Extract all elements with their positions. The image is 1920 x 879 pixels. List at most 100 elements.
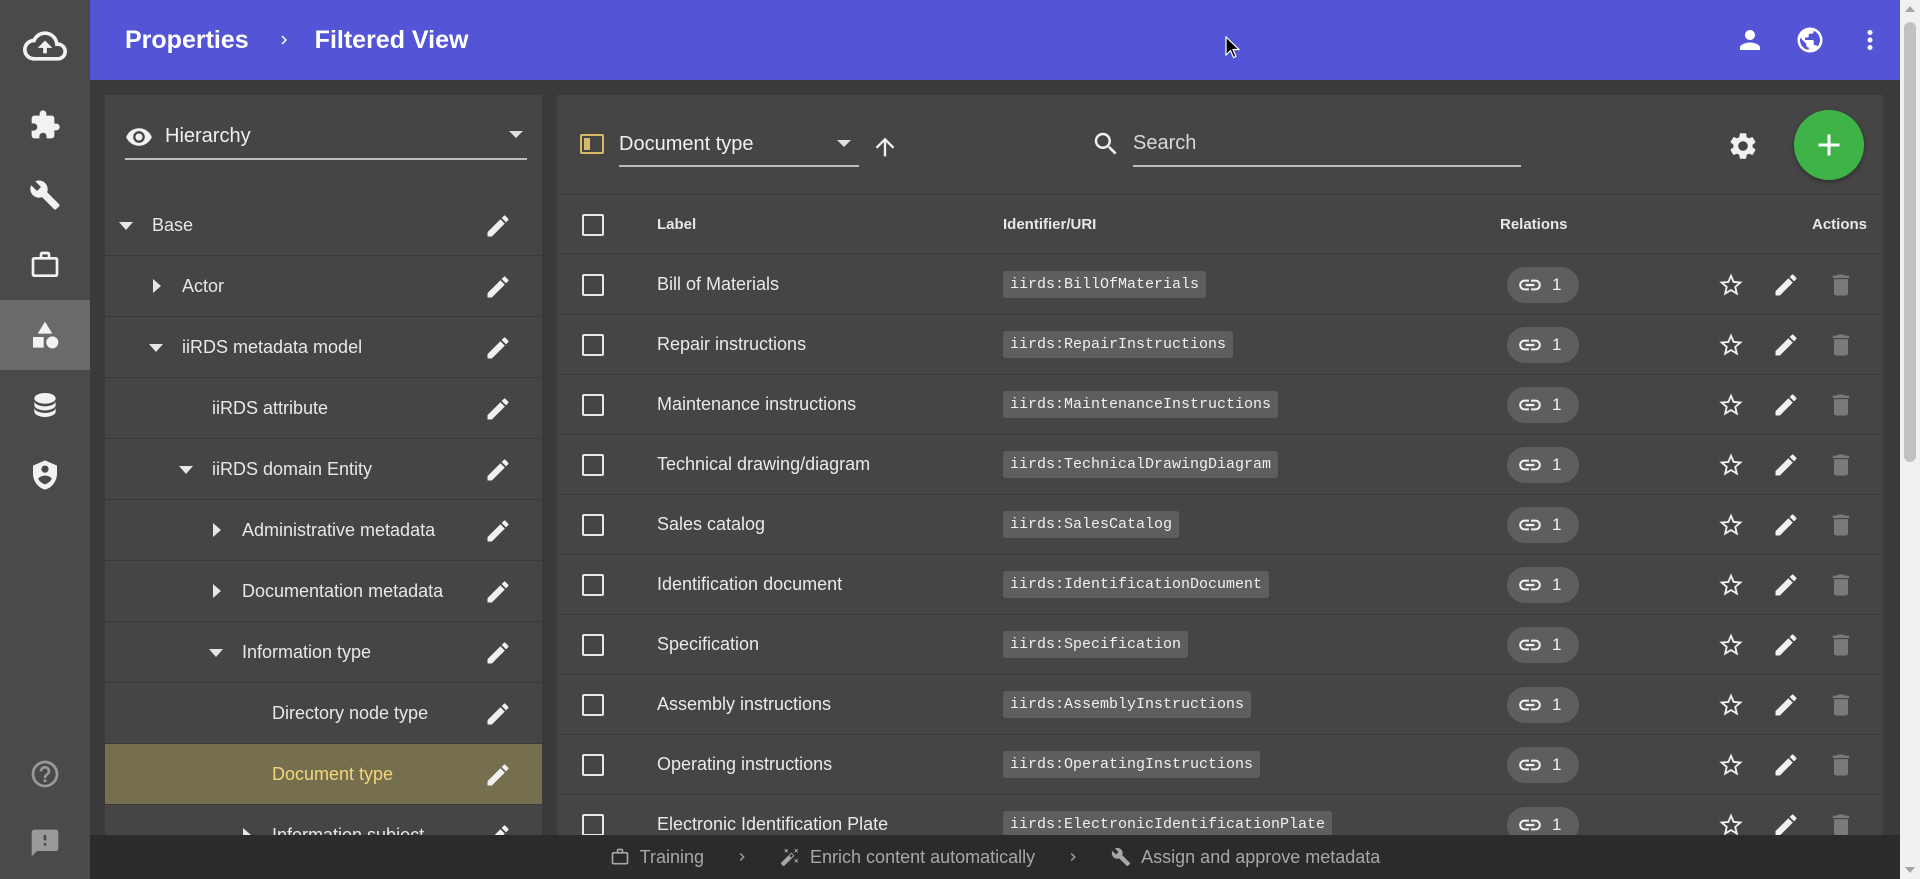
star-icon[interactable] <box>1717 631 1745 659</box>
pencil-icon[interactable] <box>1772 751 1800 779</box>
type-selector[interactable]: Document type <box>619 121 859 167</box>
trash-icon[interactable] <box>1827 571 1855 599</box>
star-icon[interactable] <box>1717 571 1745 599</box>
star-icon[interactable] <box>1717 331 1745 359</box>
puzzle-icon[interactable] <box>0 90 90 160</box>
tree-item[interactable]: iiRDS metadata model <box>105 317 542 378</box>
cloud-upload-icon[interactable] <box>0 11 90 81</box>
row-label[interactable]: Operating instructions <box>657 754 832 775</box>
relations-chip[interactable]: 1 <box>1507 507 1579 543</box>
breadcrumb-properties[interactable]: Properties <box>125 26 249 55</box>
trash-icon[interactable] <box>1827 751 1855 779</box>
pencil-icon[interactable] <box>1772 451 1800 479</box>
expand-more-icon[interactable] <box>213 584 221 598</box>
star-icon[interactable] <box>1717 391 1745 419</box>
row-checkbox[interactable] <box>582 514 604 536</box>
globe-icon[interactable] <box>1780 10 1840 70</box>
more-vert-icon[interactable] <box>1840 10 1900 70</box>
table-row[interactable]: Identification document iirds:Identifica… <box>557 555 1883 615</box>
table-row[interactable]: Operating instructions iirds:OperatingIn… <box>557 735 1883 795</box>
pencil-icon[interactable] <box>484 395 512 423</box>
shapes-icon[interactable] <box>0 300 90 370</box>
pencil-icon[interactable] <box>1772 631 1800 659</box>
row-label[interactable]: Technical drawing/diagram <box>657 454 870 475</box>
scroll-down-icon[interactable] <box>1905 867 1915 873</box>
expand-more-icon[interactable] <box>153 279 161 293</box>
tree-item[interactable]: Information type <box>105 622 542 683</box>
row-label[interactable]: Bill of Materials <box>657 274 779 295</box>
pencil-icon[interactable] <box>484 456 512 484</box>
pencil-icon[interactable] <box>1772 571 1800 599</box>
column-uri[interactable]: Identifier/URI <box>1003 216 1096 233</box>
relations-chip[interactable]: 1 <box>1507 267 1579 303</box>
row-checkbox[interactable] <box>582 574 604 596</box>
workflow-step-assign[interactable]: Assign and approve metadata <box>1111 847 1380 868</box>
star-icon[interactable] <box>1717 751 1745 779</box>
feedback-icon[interactable] <box>0 808 90 878</box>
tree-item[interactable]: Information subject <box>105 805 542 835</box>
expand-less-icon[interactable] <box>119 222 133 230</box>
workflow-step-enrich[interactable]: Enrich content automatically <box>780 847 1035 868</box>
pencil-icon[interactable] <box>484 761 512 789</box>
row-checkbox[interactable] <box>582 694 604 716</box>
briefcase-icon[interactable] <box>0 230 90 300</box>
tree-item[interactable]: Base <box>105 195 542 256</box>
row-checkbox[interactable] <box>582 394 604 416</box>
sidebar-toggle-icon[interactable] <box>580 134 604 154</box>
pencil-icon[interactable] <box>484 639 512 667</box>
wrench-icon[interactable] <box>0 160 90 230</box>
expand-less-icon[interactable] <box>179 466 193 474</box>
pencil-icon[interactable] <box>484 822 512 835</box>
tree-item[interactable]: Administrative metadata <box>105 500 542 561</box>
row-checkbox[interactable] <box>582 454 604 476</box>
trash-icon[interactable] <box>1827 331 1855 359</box>
table-row[interactable]: Electronic Identification Plate iirds:El… <box>557 795 1883 835</box>
relations-chip[interactable]: 1 <box>1507 447 1579 483</box>
workflow-step-training[interactable]: Training <box>610 847 704 868</box>
row-label[interactable]: Electronic Identification Plate <box>657 814 888 835</box>
add-button[interactable] <box>1794 110 1864 180</box>
expand-less-icon[interactable] <box>209 649 223 657</box>
table-row[interactable]: Maintenance instructions iirds:Maintenan… <box>557 375 1883 435</box>
relations-chip[interactable]: 1 <box>1507 807 1579 835</box>
shield-person-icon[interactable] <box>0 440 90 510</box>
database-icon[interactable] <box>0 370 90 440</box>
relations-chip[interactable]: 1 <box>1507 687 1579 723</box>
gear-icon[interactable] <box>1727 130 1759 162</box>
tree-item[interactable]: iiRDS attribute <box>105 378 542 439</box>
trash-icon[interactable] <box>1827 691 1855 719</box>
view-selector[interactable]: Hierarchy <box>125 115 527 160</box>
column-relations[interactable]: Relations <box>1500 216 1568 233</box>
row-checkbox[interactable] <box>582 814 604 835</box>
pencil-icon[interactable] <box>1772 691 1800 719</box>
trash-icon[interactable] <box>1827 391 1855 419</box>
table-row[interactable]: Technical drawing/diagram iirds:Technica… <box>557 435 1883 495</box>
pencil-icon[interactable] <box>1772 811 1800 835</box>
trash-icon[interactable] <box>1827 451 1855 479</box>
expand-more-icon[interactable] <box>213 523 221 537</box>
pencil-icon[interactable] <box>1772 511 1800 539</box>
pencil-icon[interactable] <box>1772 271 1800 299</box>
help-icon[interactable] <box>0 739 90 809</box>
row-label[interactable]: Assembly instructions <box>657 694 831 715</box>
trash-icon[interactable] <box>1827 271 1855 299</box>
scrollbar-thumb[interactable] <box>1904 22 1916 462</box>
relations-chip[interactable]: 1 <box>1507 327 1579 363</box>
star-icon[interactable] <box>1717 691 1745 719</box>
table-row[interactable]: Assembly instructions iirds:AssemblyInst… <box>557 675 1883 735</box>
expand-more-icon[interactable] <box>243 828 251 835</box>
search-input[interactable] <box>1133 121 1521 167</box>
tree-item[interactable]: Document type <box>105 744 542 805</box>
tree-item[interactable]: Documentation metadata <box>105 561 542 622</box>
tree-item[interactable]: iiRDS domain Entity <box>105 439 542 500</box>
pencil-icon[interactable] <box>484 578 512 606</box>
pencil-icon[interactable] <box>1772 331 1800 359</box>
row-label[interactable]: Sales catalog <box>657 514 765 535</box>
sort-ascending-icon[interactable] <box>871 133 899 161</box>
pencil-icon[interactable] <box>484 273 512 301</box>
relations-chip[interactable]: 1 <box>1507 627 1579 663</box>
column-label[interactable]: Label <box>657 216 696 233</box>
row-label[interactable]: Repair instructions <box>657 334 806 355</box>
row-label[interactable]: Identification document <box>657 574 842 595</box>
person-icon[interactable] <box>1720 10 1780 70</box>
